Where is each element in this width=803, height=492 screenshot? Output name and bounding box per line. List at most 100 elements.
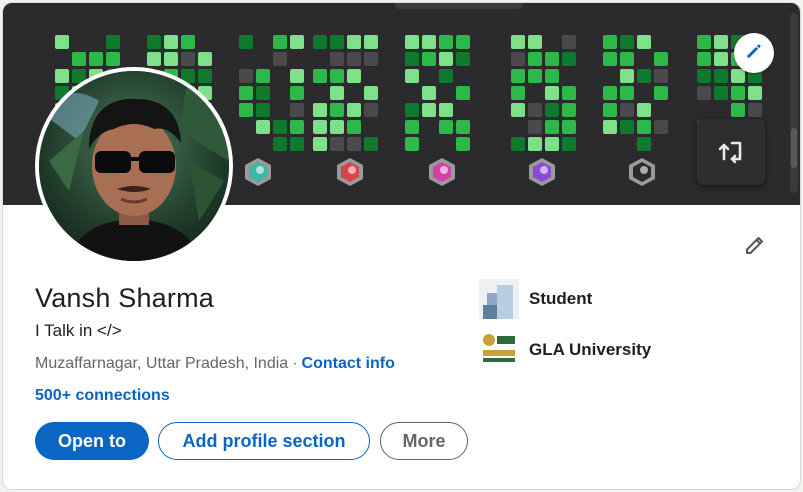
edit-intro-button[interactable] bbox=[737, 229, 773, 265]
grid-cell bbox=[603, 86, 617, 100]
grid-cell bbox=[562, 35, 576, 49]
location-row: Muzaffarnagar, Uttar Pradesh, India · Cont… bbox=[35, 355, 395, 373]
grid-cell bbox=[511, 137, 525, 151]
banner-top-bar bbox=[395, 3, 523, 9]
grid-cell bbox=[313, 35, 327, 49]
grid-cell bbox=[313, 120, 327, 134]
grid-cell bbox=[422, 103, 436, 117]
grid-cell bbox=[439, 103, 453, 117]
grid-cell bbox=[405, 35, 419, 49]
grid-cell bbox=[545, 52, 559, 66]
grid-cell bbox=[364, 35, 378, 49]
grid-cell bbox=[256, 120, 270, 134]
connections-link[interactable]: 500+ connections bbox=[35, 387, 170, 405]
grid-cell bbox=[528, 103, 542, 117]
separator-dot: · bbox=[292, 355, 298, 372]
grid-cell bbox=[55, 35, 69, 49]
grid-cell bbox=[654, 120, 668, 134]
grid-cell bbox=[422, 86, 436, 100]
grid-cell bbox=[714, 35, 728, 49]
grid-cell bbox=[637, 137, 651, 151]
grid-cell bbox=[273, 137, 287, 151]
grid-cell bbox=[313, 69, 327, 83]
profile-headline: I Talk in </> bbox=[35, 321, 122, 340]
open-to-button[interactable]: Open to bbox=[35, 422, 149, 460]
grid-cell bbox=[731, 86, 745, 100]
grid-cell bbox=[364, 52, 378, 66]
grid-cell bbox=[239, 35, 253, 49]
grid-cell bbox=[330, 52, 344, 66]
grid-cell bbox=[528, 120, 542, 134]
grid-cell bbox=[364, 137, 378, 151]
grid-cell bbox=[603, 103, 617, 117]
grid-cell bbox=[714, 52, 728, 66]
experience-item-university[interactable]: GLA University bbox=[479, 330, 651, 370]
grid-cell bbox=[620, 120, 634, 134]
avatar[interactable] bbox=[35, 67, 233, 265]
grid-cell bbox=[620, 86, 634, 100]
grid-cell bbox=[313, 103, 327, 117]
grid-cell bbox=[330, 137, 344, 151]
grid-cell bbox=[714, 86, 728, 100]
grid-cell bbox=[620, 35, 634, 49]
grid-cell bbox=[164, 35, 178, 49]
contact-info-link[interactable]: Contact info bbox=[302, 355, 395, 372]
grid-cell bbox=[181, 52, 195, 66]
grid-cell bbox=[562, 103, 576, 117]
grid-cell bbox=[545, 86, 559, 100]
grid-cell bbox=[620, 103, 634, 117]
grid-cell bbox=[290, 69, 304, 83]
grid-cell bbox=[181, 35, 195, 49]
grid-cell bbox=[603, 120, 617, 134]
university-logo-icon bbox=[479, 330, 519, 370]
profile-card: Vansh Sharma I Talk in </> Muzaffarnagar… bbox=[2, 2, 801, 490]
grid-cell bbox=[545, 120, 559, 134]
grid-cell bbox=[273, 120, 287, 134]
experience-item-student[interactable]: Student bbox=[479, 279, 592, 319]
grid-cell bbox=[545, 137, 559, 151]
grid-cell bbox=[405, 69, 419, 83]
achievement-badge-icon bbox=[529, 158, 555, 186]
grid-cell bbox=[545, 69, 559, 83]
grid-cell bbox=[347, 35, 361, 49]
grid-cell bbox=[405, 103, 419, 117]
grid-cell bbox=[439, 52, 453, 66]
grid-cell bbox=[347, 69, 361, 83]
banner-scrollbar[interactable] bbox=[790, 13, 798, 193]
profile-name: Vansh Sharma bbox=[35, 283, 214, 313]
grid-cell bbox=[511, 52, 525, 66]
grid-cell bbox=[637, 69, 651, 83]
scrollbar-thumb[interactable] bbox=[791, 128, 797, 168]
grid-cell bbox=[198, 52, 212, 66]
pencil-icon bbox=[744, 41, 764, 66]
grid-cell bbox=[697, 35, 711, 49]
add-profile-section-button[interactable]: Add profile section bbox=[158, 422, 370, 460]
grid-cell bbox=[528, 137, 542, 151]
grid-cell bbox=[456, 52, 470, 66]
grid-cell bbox=[439, 120, 453, 134]
grid-cell bbox=[562, 86, 576, 100]
grid-cell bbox=[405, 137, 419, 151]
grid-cell bbox=[654, 52, 668, 66]
grid-cell bbox=[290, 86, 304, 100]
grid-cell bbox=[439, 35, 453, 49]
grid-cell bbox=[164, 52, 178, 66]
grid-cell bbox=[256, 103, 270, 117]
grid-cell bbox=[330, 120, 344, 134]
grid-cell bbox=[256, 86, 270, 100]
grid-cell bbox=[273, 35, 287, 49]
grid-cell bbox=[714, 69, 728, 83]
more-button[interactable]: More bbox=[380, 422, 468, 460]
share-icon bbox=[714, 133, 748, 172]
grid-cell bbox=[347, 137, 361, 151]
edit-banner-button[interactable] bbox=[734, 33, 774, 73]
grid-cell bbox=[603, 52, 617, 66]
grid-cell bbox=[405, 52, 419, 66]
grid-cell bbox=[239, 69, 253, 83]
grid-cell bbox=[511, 86, 525, 100]
grid-cell bbox=[147, 52, 161, 66]
rotate-share-button[interactable] bbox=[697, 119, 765, 185]
grid-cell bbox=[528, 52, 542, 66]
grid-cell bbox=[256, 69, 270, 83]
grid-cell bbox=[637, 35, 651, 49]
